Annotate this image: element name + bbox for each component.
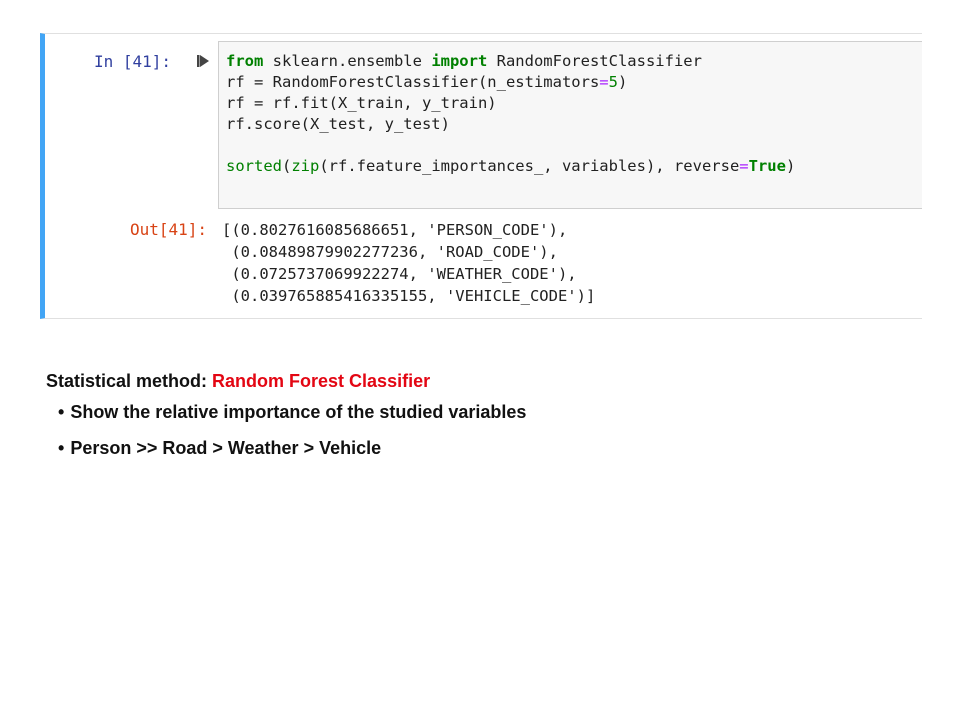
note-bullet-item: • Person >> Road > Weather > Vehicle <box>58 430 526 466</box>
code-line-6: sorted(zip(rf.feature_importances_, vari… <box>226 157 796 175</box>
method-name: Random Forest Classifier <box>212 371 431 391</box>
bullet-icon: • <box>58 402 65 422</box>
output-line: (0.0725737069922274, 'WEATHER_CODE'), <box>222 265 577 283</box>
run-cell-icon[interactable] <box>196 54 210 68</box>
bullet-icon: • <box>58 438 65 458</box>
output-line: [(0.8027616085686651, 'PERSON_CODE'), <box>222 221 568 239</box>
keyword-from: from <box>226 52 264 70</box>
cell-output: [(0.8027616085686651, 'PERSON_CODE'), (0… <box>222 219 595 307</box>
code-line-1: from sklearn.ensemble import RandomFores… <box>226 52 702 70</box>
code-line-2: rf = RandomForestClassifier(n_estimators… <box>226 73 628 91</box>
output-prompt: Out[41]: <box>130 220 208 239</box>
method-heading-prefix: Statistical method: <box>46 371 213 391</box>
code-line-4: rf.score(X_test, y_test) <box>226 115 450 133</box>
keyword-import: import <box>431 52 488 70</box>
code-editor[interactable]: from sklearn.ensemble import RandomFores… <box>226 51 795 177</box>
output-line: (0.039765885416335155, 'VEHICLE_CODE')] <box>222 287 596 305</box>
note-bullet-item: • Show the relative importance of the stu… <box>58 394 526 430</box>
note-bullet-text: Show the relative importance of the stud… <box>70 402 527 422</box>
note-bullet-text: Person >> Road > Weather > Vehicle <box>70 438 382 458</box>
method-heading: Statistical method: Random Forest Classi… <box>46 368 526 394</box>
output-line: (0.08489879902277236, 'ROAD_CODE'), <box>222 243 558 261</box>
notes-section: Statistical method: Random Forest Classi… <box>46 368 526 466</box>
code-line-3: rf = rf.fit(X_train, y_train) <box>226 94 497 112</box>
input-prompt: In [41]: <box>94 52 172 71</box>
